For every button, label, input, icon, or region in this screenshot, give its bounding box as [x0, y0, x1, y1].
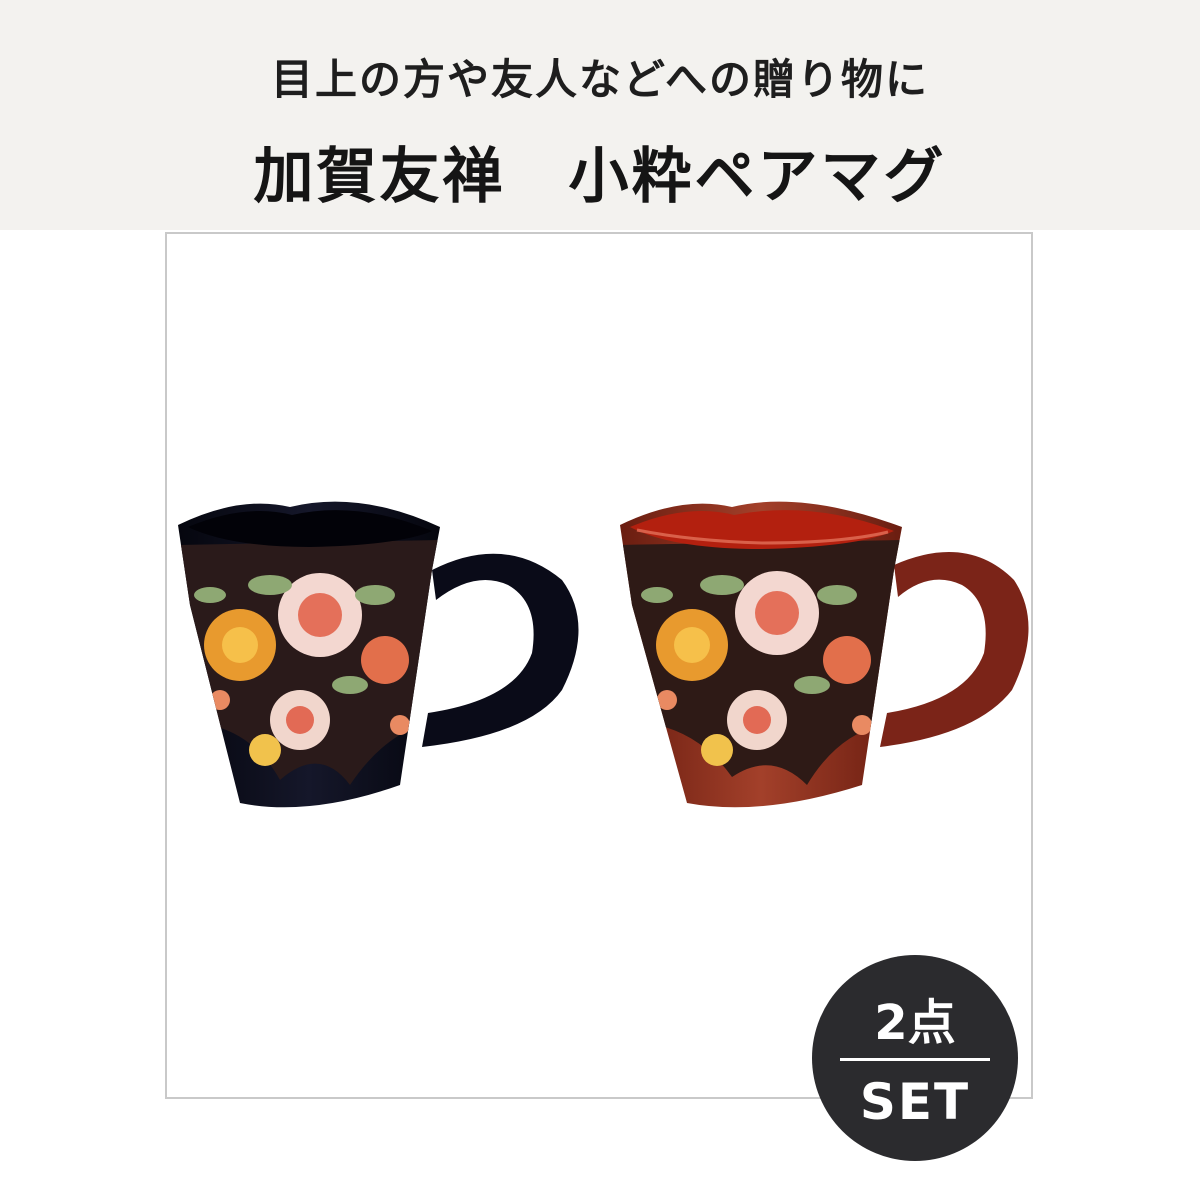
badge-set-label: SET [859, 1073, 971, 1131]
header-title: 加賀友禅 小粋ペアマグ [253, 142, 947, 212]
red-mug-image [620, 501, 1029, 808]
header-banner: 目上の方や友人などへの贈り物に 加賀友禅 小粋ペアマグ [0, 0, 1200, 230]
black-mug-image [178, 501, 579, 808]
badge-count-label: 2点 [874, 995, 956, 1051]
badge-divider [840, 1058, 990, 1061]
header-subtitle: 目上の方や友人などへの贈り物に [271, 55, 929, 104]
set-count-badge: 2点 SET [812, 955, 1018, 1161]
